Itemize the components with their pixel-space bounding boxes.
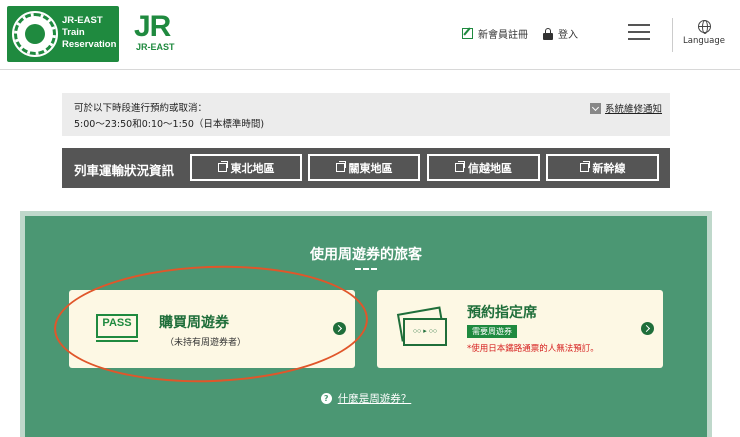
lock-icon	[543, 27, 553, 40]
external-window-icon	[455, 161, 465, 172]
pass-required-badge: 需要周遊券	[467, 325, 517, 338]
logo-text-line: Train	[62, 27, 85, 38]
logo-emblem-icon	[12, 11, 58, 57]
region-label: 新幹線	[592, 161, 626, 175]
title-decoration	[355, 264, 377, 270]
pass-ticket-icon: PASS	[96, 314, 138, 342]
region-button-tohoku[interactable]: 東北地區	[190, 154, 302, 181]
pass-section-title: 使用周遊券的旅客	[310, 247, 422, 263]
external-window-icon	[335, 161, 346, 172]
chevron-right-icon	[641, 322, 654, 335]
buy-pass-subtitle: （未持有周遊券者）	[165, 338, 247, 348]
what-is-pass-link[interactable]: ? 什麼是周遊券？	[25, 391, 707, 406]
train-status-title: 列車運輸狀況資訊	[74, 163, 175, 178]
region-label: 關東地區	[348, 161, 393, 175]
region-label: 信越地區	[468, 161, 512, 175]
external-window-icon	[217, 161, 228, 172]
jr-logo-letters: JR	[134, 10, 171, 43]
header-divider	[672, 18, 673, 52]
ticket-icon-text: ○○ ▸ ○○	[403, 318, 447, 346]
reservation-hours-notice: 可於以下時段進行預約或取消： 5:00～23:50和0:10～1:50（日本標準…	[62, 93, 670, 136]
chevron-down-icon	[590, 102, 601, 114]
register-link[interactable]: 新會員註冊	[462, 26, 528, 41]
logo-text-line: Reservation	[62, 39, 117, 50]
edit-icon	[462, 28, 473, 39]
logo-text: JR-EAST Train Reservation	[62, 15, 118, 51]
buy-pass-card[interactable]: PASS 購買周遊券 （未持有周遊券者）	[69, 290, 355, 368]
site-header: JR-EAST Train Reservation JR JR-EAST 新會員…	[0, 0, 740, 70]
pass-section: 使用周遊券的旅客 PASS 購買周遊券 （未持有周遊券者） ○○ ▸ ○○ 預約…	[20, 211, 712, 437]
jr-east-logo[interactable]: JR JR-EAST	[134, 12, 186, 56]
globe-icon	[697, 20, 711, 34]
faq-label: 什麼是周遊券？	[337, 393, 412, 405]
region-label: 東北地區	[230, 161, 275, 175]
reserve-seat-card[interactable]: ○○ ▸ ○○ 預約指定席 需要周遊券 *使用日本鐵路通票的人無法預訂。	[377, 290, 663, 368]
ticket-icon: ○○ ▸ ○○	[396, 306, 447, 348]
buy-pass-title: 購買周遊券	[159, 315, 229, 331]
train-status-bar: 列車運輸狀況資訊 東北地區 關東地區 信越地區 新幹線	[62, 148, 670, 188]
notice-hours: 5:00～23:50和0:10～1:50（日本標準時間)	[74, 119, 265, 130]
region-button-kanto[interactable]: 關東地區	[308, 154, 420, 181]
hamburger-menu-icon[interactable]	[628, 24, 650, 40]
chevron-right-icon	[333, 322, 346, 335]
maintenance-notice-link[interactable]: 系統維修通知	[590, 101, 662, 115]
train-reservation-logo[interactable]: JR-EAST Train Reservation	[7, 6, 119, 62]
language-label: Language	[683, 36, 725, 46]
maintenance-label: 系統維修通知	[605, 104, 663, 115]
jr-logo-subtitle: JR-EAST	[136, 42, 175, 52]
notice-text: 可於以下時段進行預約或取消：	[74, 103, 208, 114]
login-link[interactable]: 登入	[543, 26, 578, 41]
external-window-icon	[579, 161, 590, 172]
pass-section-inner: 使用周遊券的旅客 PASS 購買周遊券 （未持有周遊券者） ○○ ▸ ○○ 預約…	[25, 216, 707, 437]
register-label: 新會員註冊	[478, 30, 528, 41]
login-label: 登入	[558, 30, 578, 41]
reserve-seat-title: 預約指定席	[467, 305, 537, 321]
region-button-shinetsu[interactable]: 信越地區	[427, 154, 540, 181]
question-icon: ?	[320, 393, 332, 404]
language-selector[interactable]: Language	[680, 20, 728, 46]
region-button-shinkansen[interactable]: 新幹線	[546, 154, 659, 181]
reserve-seat-note: *使用日本鐵路通票的人無法預訂。	[467, 344, 599, 354]
logo-text-line: JR-EAST	[62, 15, 103, 26]
